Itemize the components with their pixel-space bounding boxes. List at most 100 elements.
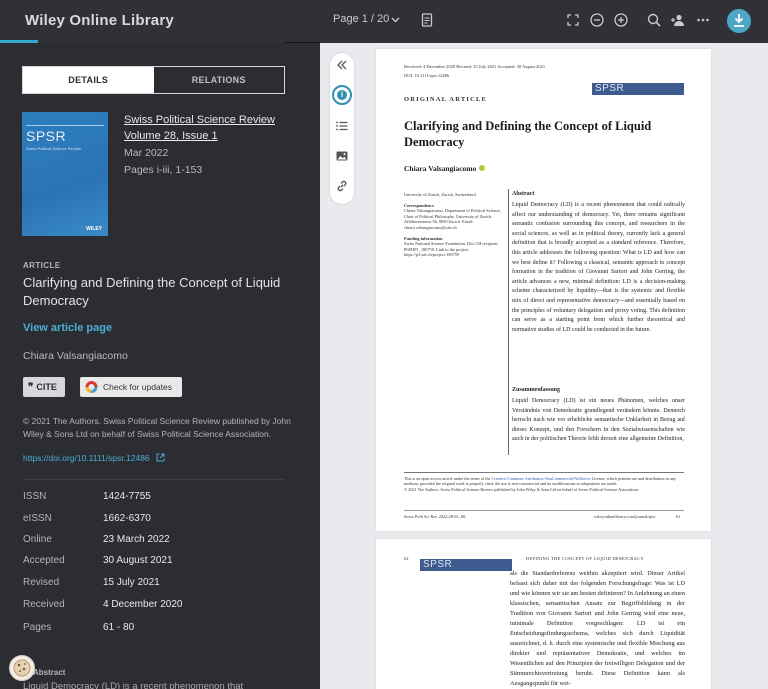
footer-rule xyxy=(404,510,684,511)
meta-value: 15 July 2021 xyxy=(103,577,160,588)
journal-volume[interactable]: Volume 28, Issue 1 xyxy=(124,128,275,144)
viewer-toolbar: i xyxy=(330,53,354,204)
image-icon[interactable] xyxy=(335,149,349,163)
abstract-preview: Liquid Democracy (LD) is a recent phenom… xyxy=(23,681,244,689)
fullscreen-icon[interactable] xyxy=(565,12,581,28)
tab-relations[interactable]: RELATIONS xyxy=(153,67,284,93)
meta-key: Pages xyxy=(23,622,52,633)
abstract-heading: Abstract xyxy=(33,668,66,677)
logo-text: SPSR xyxy=(595,83,625,94)
journal-name-link[interactable]: Swiss Political Science Review Volume 28… xyxy=(124,112,275,144)
page-selector[interactable]: Page 1 / 20 xyxy=(333,13,400,25)
footer-url: wileyonlinelibrary.com/journal/spsr xyxy=(594,514,656,519)
doi-line: DOI: 10.1111/spsr.12486 xyxy=(404,73,450,78)
meta-key: Revised xyxy=(23,577,60,588)
corr-text: Chiara Valsangiacomo, Department of Poli… xyxy=(404,208,501,230)
doi-text[interactable]: https://doi.org/10.1111/spsr.12486 xyxy=(23,453,150,463)
meta-value: 1424-7755 xyxy=(103,491,151,502)
footnote-rule xyxy=(404,472,684,473)
zoom-out-icon[interactable] xyxy=(589,12,605,28)
chevron-down-icon xyxy=(391,17,400,23)
license-link[interactable]: Creative Commons Attribution-NonCommerci… xyxy=(492,476,591,481)
crossmark-icon xyxy=(85,381,98,393)
view-article-link[interactable]: View article page xyxy=(23,322,112,334)
logo-text: SPSR xyxy=(423,559,453,570)
footer-citation: Swiss Polit Sci Rev. 2022;28:61–80. xyxy=(404,514,467,519)
doc-author: Chiara Valsangiacomo xyxy=(404,164,486,173)
zoom-in-icon[interactable] xyxy=(613,12,629,28)
doi-link[interactable]: https://doi.org/10.1111/spsr.12486 xyxy=(23,453,165,463)
cover-publisher: WILEY xyxy=(86,226,102,232)
list-icon[interactable] xyxy=(335,119,349,133)
info-icon[interactable]: i xyxy=(332,85,352,105)
page-number: 62 xyxy=(404,556,409,561)
pdf-page-1: Received: 4 December 2020 Revised: 15 Ju… xyxy=(376,49,711,531)
doc-affiliation: University of Zurich, Zurich, Switzerlan… xyxy=(404,192,504,258)
meta-key: Online xyxy=(23,534,52,545)
divider xyxy=(23,479,285,480)
meta-value: 23 March 2022 xyxy=(103,534,170,545)
brand-logo[interactable]: Wiley Online Library xyxy=(25,12,174,29)
cover-subtitle: Swiss Political Science Review xyxy=(26,146,81,151)
download-button[interactable] xyxy=(727,9,751,33)
pdf-viewer[interactable]: i Received: 4 December 2020 Revised: 15 … xyxy=(320,43,768,689)
meta-value: 61 - 80 xyxy=(103,622,135,633)
doc-zusammenfassung: Liquid Democracy (LD) ist ein neues Phän… xyxy=(512,398,685,443)
meta-value: 30 August 2021 xyxy=(103,555,173,566)
top-bar: Wiley Online Library Page 1 / 20 xyxy=(0,0,768,43)
download-icon xyxy=(734,14,744,27)
external-link-icon xyxy=(156,453,165,462)
doc-zusammenfassung-heading: Zusammenfassung xyxy=(512,387,561,393)
cookie-icon xyxy=(13,659,31,677)
doc-abstract-heading: Abstract xyxy=(512,191,535,197)
more-icon[interactable] xyxy=(695,12,711,28)
article-type-label: ARTICLE xyxy=(23,261,61,270)
doc-author-name: Chiara Valsangiacomo xyxy=(404,164,477,173)
collapse-icon[interactable] xyxy=(335,58,349,72)
cite-label: CITE xyxy=(36,382,57,392)
tab-details[interactable]: DETAILS xyxy=(23,67,154,93)
received-line: Received: 4 December 2020 Revised: 15 Ju… xyxy=(404,64,546,69)
doc-title: Clarifying and Defining the Concept of L… xyxy=(404,119,652,149)
foot-text-1: This is an open access article under the… xyxy=(404,476,492,481)
cookie-settings-button[interactable] xyxy=(9,655,35,681)
journal-logo: SPSR xyxy=(420,559,512,571)
link-icon[interactable] xyxy=(335,179,349,193)
details-panel: DETAILS RELATIONS SPSR Swiss Political S… xyxy=(0,43,320,689)
page-number: 61 xyxy=(676,514,681,519)
funding-text: Swiss National Science Foundation. Doc.C… xyxy=(404,241,499,258)
article-author: Chiara Valsangiacomo xyxy=(23,350,128,362)
search-icon[interactable] xyxy=(646,12,662,28)
meta-key: Accepted xyxy=(23,555,65,566)
copyright-notice: © 2021 The Authors. Swiss Political Scie… xyxy=(23,416,291,439)
journal-cover[interactable]: SPSR Swiss Political Science Review WILE… xyxy=(22,112,108,236)
check-for-updates-button[interactable]: Check for updates xyxy=(80,377,182,397)
meta-key: ISSN xyxy=(23,491,47,502)
article-type: ORIGINAL ARTICLE xyxy=(404,96,488,103)
foot-text-3: © 2021 The Authors. Swiss Political Scie… xyxy=(404,486,639,492)
orcid-icon[interactable] xyxy=(479,165,486,171)
cite-button[interactable]: ❞ CITE xyxy=(23,377,65,397)
cover-rule xyxy=(26,125,104,126)
issue-pages: Pages i-iii, 1-153 xyxy=(124,164,203,176)
quote-icon: ❞ xyxy=(28,382,34,393)
license-footnote: This is an open access article under the… xyxy=(404,476,684,492)
column-rule xyxy=(508,189,509,455)
article-title: Clarifying and Defining the Concept of L… xyxy=(23,275,281,308)
meta-value: 1662-6370 xyxy=(103,513,151,524)
meta-value: 4 December 2020 xyxy=(103,599,183,610)
journal-name[interactable]: Swiss Political Science Review xyxy=(124,112,275,128)
journal-logo: SPSR xyxy=(592,83,684,95)
check-for-updates-label: Check for updates xyxy=(103,382,172,392)
panel-tabs: DETAILS RELATIONS xyxy=(22,66,285,94)
info-glyph: i xyxy=(337,90,347,100)
document-icon[interactable] xyxy=(419,12,435,28)
add-user-icon[interactable] xyxy=(670,12,686,28)
meta-key: eISSN xyxy=(23,513,52,524)
pdf-page-2: 62 SPSR DEFINING THE CONCEPT OF LIQUID D… xyxy=(376,539,711,689)
page2-body: als die Standardreferenz weithin akzepti… xyxy=(510,570,685,687)
issue-date: Mar 2022 xyxy=(124,147,169,159)
doc-abstract: Liquid Democracy (LD) is a recent phenom… xyxy=(512,202,685,333)
page-indicator: Page 1 / 20 xyxy=(333,13,390,25)
running-head: DEFINING THE CONCEPT OF LIQUID DEMOCRACY xyxy=(526,556,644,561)
